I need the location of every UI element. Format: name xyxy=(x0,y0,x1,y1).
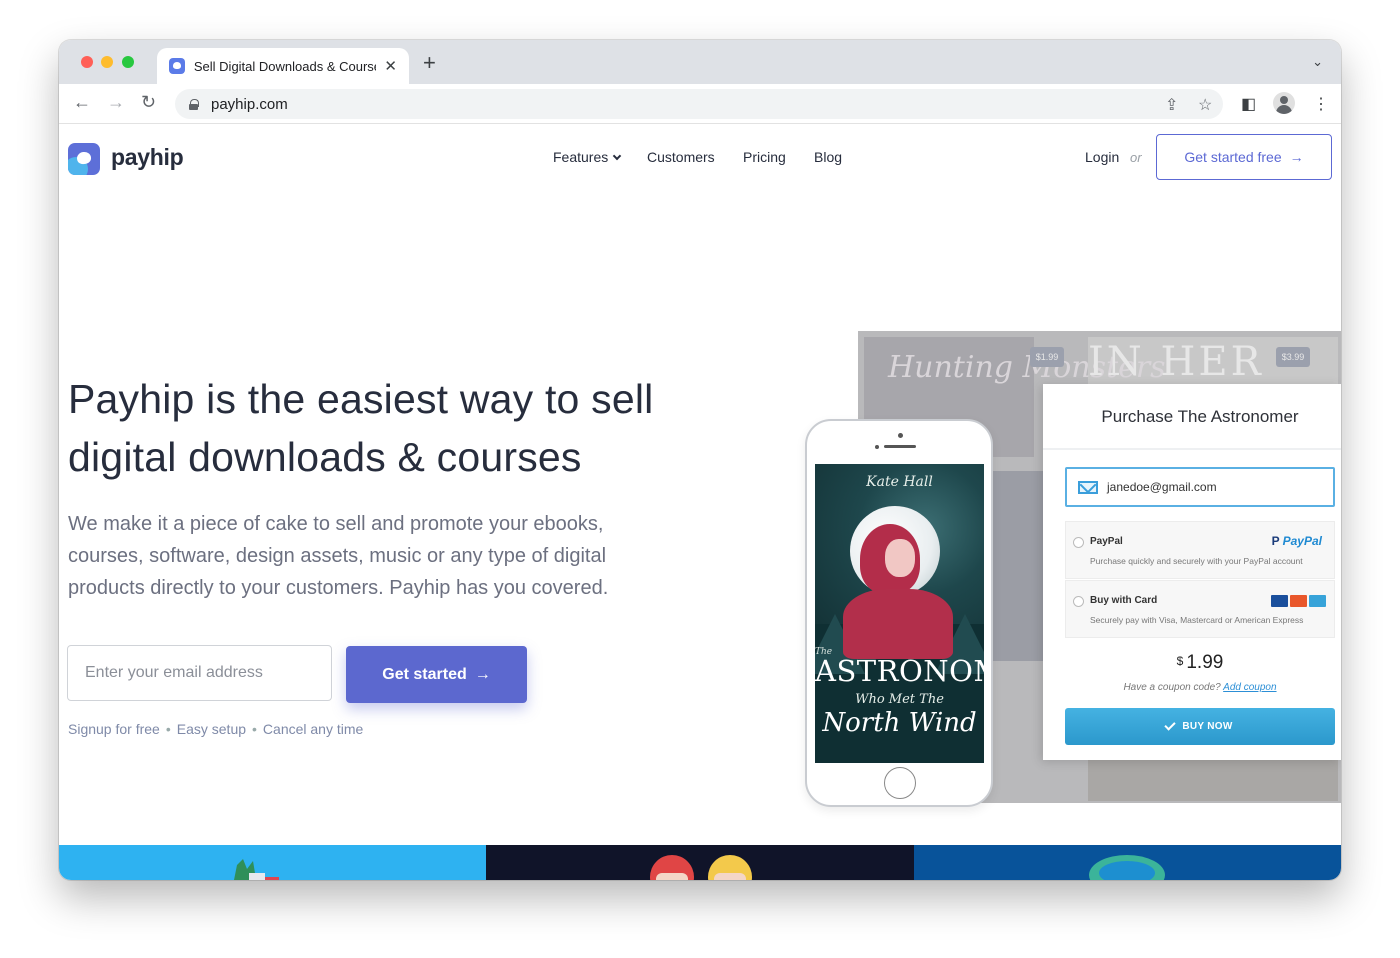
price-value: 1.99 xyxy=(1186,652,1224,673)
coupon-line: Have a coupon code? Add coupon xyxy=(1043,682,1341,693)
arrow-right-icon: → xyxy=(1289,149,1304,165)
get-started-button[interactable]: Get started → xyxy=(346,646,527,703)
cover-subtitle: Who Met The xyxy=(855,692,944,707)
nav-pricing[interactable]: Pricing xyxy=(743,149,786,165)
paypal-option-name: PayPal xyxy=(1090,536,1123,547)
tab-strip: Sell Digital Downloads & Courses ✕ + ⌄ xyxy=(59,40,1341,84)
bg-price-tag: $3.99 xyxy=(1276,347,1310,367)
login-link[interactable]: Login xyxy=(1085,149,1119,165)
get-started-label: Get started xyxy=(382,665,467,683)
nav-blog[interactable]: Blog xyxy=(814,149,842,165)
paypal-option: PayPal P PayPal Purchase quickly and secu… xyxy=(1065,521,1335,579)
visa-card-icon xyxy=(1271,595,1288,607)
cover-face xyxy=(885,539,915,577)
paypal-logo-icon: P PayPal xyxy=(1271,534,1322,548)
currency-symbol: $ xyxy=(1176,654,1184,668)
amex-card-icon xyxy=(1309,595,1326,607)
new-tab-icon[interactable]: + xyxy=(423,52,436,74)
url-text: payhip.com xyxy=(211,95,288,113)
purchase-panel: Purchase The Astronomer janedoe@gmail.co… xyxy=(1043,384,1341,760)
share-icon[interactable]: ⇪ xyxy=(1165,95,1178,115)
radio-icon xyxy=(1073,537,1084,548)
close-window-button[interactable] xyxy=(81,56,93,68)
browser-tab[interactable]: Sell Digital Downloads & Courses ✕ xyxy=(157,48,409,84)
or-text: or xyxy=(1130,150,1142,165)
get-started-free-button[interactable]: Get started free → xyxy=(1156,134,1332,180)
people-illustration-icon xyxy=(650,855,752,880)
phone-home-button xyxy=(884,767,916,799)
mail-icon xyxy=(1078,480,1098,494)
plant-illustration-icon xyxy=(234,859,279,880)
nav-features[interactable]: Features xyxy=(553,149,622,165)
card-option-name: Buy with Card xyxy=(1090,595,1158,606)
cover-author: Kate Hall xyxy=(866,474,933,490)
feature-band-3 xyxy=(914,845,1341,880)
mastercard-icon xyxy=(1290,595,1307,607)
purchase-email-value: janedoe@gmail.com xyxy=(1107,480,1217,494)
coupon-text: Have a coupon code? xyxy=(1123,682,1221,693)
logo-text[interactable]: payhip xyxy=(111,144,184,171)
feature-band-2 xyxy=(486,845,914,880)
purchase-title: Purchase The Astronomer xyxy=(1101,407,1299,426)
lock-icon[interactable] xyxy=(189,98,199,110)
radio-icon xyxy=(1073,596,1084,607)
phone-camera xyxy=(898,433,903,438)
tab-search-chevron-icon[interactable]: ⌄ xyxy=(1312,54,1323,70)
arrow-right-icon: → xyxy=(474,665,491,683)
nav-features-label: Features xyxy=(553,149,609,165)
cover-title: ASTRONOMER xyxy=(815,654,984,688)
bg-price-tag: $1.99 xyxy=(1030,347,1064,367)
hero-title: Payhip is the easiest way to sell digita… xyxy=(68,376,654,480)
phone-speaker xyxy=(884,445,916,448)
bullet-separator: • xyxy=(252,721,257,737)
phone-mockup: Kate Hall The ASTRONOMER Who Met The Nor… xyxy=(805,419,993,807)
maximize-window-button[interactable] xyxy=(122,56,134,68)
browser-toolbar: ← → ↻ payhip.com ⇪ ☆ ◧ ⋮ xyxy=(59,84,1341,124)
divider xyxy=(1043,448,1341,450)
purchase-email-field: janedoe@gmail.com xyxy=(1065,467,1335,507)
side-panel-icon[interactable]: ◧ xyxy=(1241,94,1256,114)
back-arrow-icon[interactable]: ← xyxy=(73,93,91,111)
reload-icon[interactable]: ↻ xyxy=(141,93,156,111)
close-tab-icon[interactable]: ✕ xyxy=(384,57,397,75)
phone-sensor xyxy=(875,445,879,449)
card-option: Buy with Card Securely pay with Visa, Ma… xyxy=(1065,580,1335,638)
get-started-free-label: Get started free xyxy=(1184,149,1282,165)
cover-coat xyxy=(843,589,953,659)
payhip-logo-icon[interactable] xyxy=(68,143,100,175)
globe-illustration-icon xyxy=(1089,855,1165,880)
add-coupon-link: Add coupon xyxy=(1223,682,1277,693)
note-setup: Easy setup xyxy=(176,721,247,737)
chevron-down-icon xyxy=(613,151,622,161)
web-page: payhip Features Customers Pricing Blog L… xyxy=(59,124,1341,880)
check-icon xyxy=(1164,718,1177,731)
card-option-desc: Securely pay with Visa, Mastercard or Am… xyxy=(1090,615,1304,625)
paypal-logo-text: PayPal xyxy=(1282,534,1322,548)
payhip-favicon-icon xyxy=(169,58,185,74)
buy-now-button-mockup: BUY NOW xyxy=(1065,708,1335,745)
nav-customers[interactable]: Customers xyxy=(647,149,715,165)
purchase-price: $1.99 xyxy=(1043,652,1341,674)
bullet-separator: • xyxy=(165,721,171,737)
buy-now-label: BUY NOW xyxy=(1182,721,1233,732)
bookmark-star-icon[interactable]: ☆ xyxy=(1198,95,1212,115)
forward-arrow-icon[interactable]: → xyxy=(107,93,125,111)
signup-notes: Signup for free • Easy setup • Cancel any ti… xyxy=(68,721,363,737)
tab-title: Sell Digital Downloads & Courses xyxy=(193,58,377,74)
more-menu-icon[interactable]: ⋮ xyxy=(1313,94,1329,114)
cover-subtitle-2: North Wind xyxy=(822,708,977,738)
hero-subtitle: We make it a piece of cake to sell and p… xyxy=(68,513,609,599)
note-cancel: Cancel any time xyxy=(262,721,364,737)
paypal-option-desc: Purchase quickly and securely with your … xyxy=(1090,556,1303,566)
email-input[interactable] xyxy=(67,645,332,701)
book-cover: Kate Hall The ASTRONOMER Who Met The Nor… xyxy=(815,464,984,763)
address-bar[interactable]: payhip.com ⇪ ☆ xyxy=(175,89,1223,119)
note-signup: Signup for free xyxy=(68,721,160,737)
profile-avatar-icon[interactable] xyxy=(1273,92,1295,114)
browser-window: Sell Digital Downloads & Courses ✕ + ⌄ ←… xyxy=(59,40,1341,880)
minimize-window-button[interactable] xyxy=(101,56,113,68)
feature-band-1 xyxy=(59,845,486,880)
